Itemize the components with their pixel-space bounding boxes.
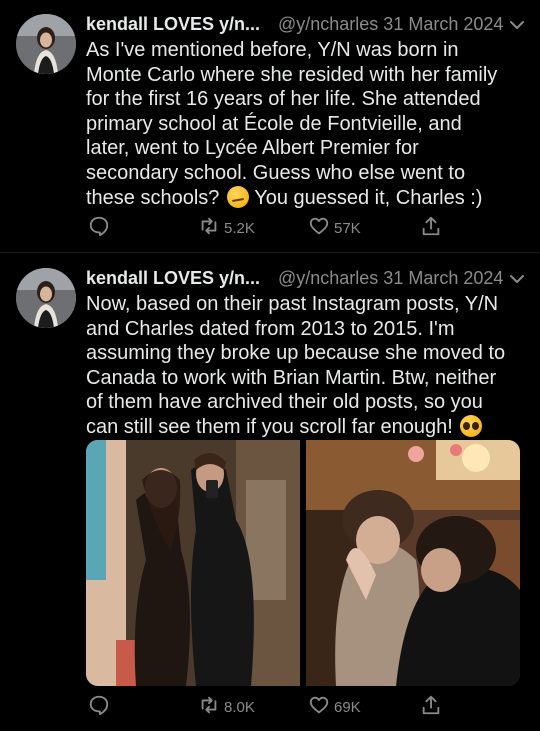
share-button[interactable] [420, 695, 442, 719]
like-button[interactable]: 69K [308, 695, 361, 719]
reply-icon [88, 215, 110, 241]
retweet-button[interactable]: 8.0K [198, 695, 255, 719]
tweet[interactable]: kendall LOVES y/n... @y/ncharles 31 Marc… [0, 0, 540, 250]
reply-button[interactable] [88, 216, 110, 240]
retweet-icon [198, 215, 220, 241]
tweet-text: As I've mentioned before, Y/N was born i… [86, 38, 526, 210]
photo-couple-restaurant[interactable] [306, 440, 520, 686]
tweet-media [86, 440, 520, 686]
share-icon [420, 215, 442, 241]
tweet[interactable]: kendall LOVES y/n... @y/ncharles 31 Marc… [0, 258, 540, 731]
tweet-actions: 8.0K 69K [86, 695, 526, 719]
chevron-down-icon[interactable] [508, 16, 526, 34]
retweet-count: 5.2K [224, 219, 255, 237]
tweet-text: Now, based on their past Instagram posts… [86, 292, 526, 440]
chevron-down-icon[interactable] [508, 270, 526, 288]
reply-icon [88, 694, 110, 720]
tweet-body: As I've mentioned before, Y/N was born i… [86, 39, 498, 209]
handle-and-date[interactable]: @y/ncharles 31 March 2024 [278, 268, 503, 289]
tweet-actions: 5.2K 57K [86, 216, 526, 240]
tweet-divider [0, 252, 540, 253]
retweet-icon [198, 694, 220, 720]
smirking-face-emoji [226, 185, 249, 208]
like-button[interactable]: 57K [308, 216, 361, 240]
display-name[interactable]: kendall LOVES y/n... [86, 268, 260, 289]
like-count: 69K [334, 698, 361, 716]
reply-button[interactable] [88, 695, 110, 719]
avatar[interactable] [16, 14, 76, 74]
share-icon [420, 694, 442, 720]
tweet-header: kendall LOVES y/n... @y/ncharles 31 Marc… [86, 268, 526, 294]
like-count: 57K [334, 219, 361, 237]
pleading-face-emoji [460, 414, 483, 437]
heart-icon [308, 215, 330, 241]
heart-icon [308, 694, 330, 720]
handle-and-date[interactable]: @y/ncharles 31 March 2024 [278, 14, 503, 35]
tweet-header: kendall LOVES y/n... @y/ncharles 31 Marc… [86, 14, 526, 40]
tweet-body-tail: You guessed it, Charles :) [254, 186, 483, 209]
retweet-count: 8.0K [224, 698, 255, 716]
avatar[interactable] [16, 268, 76, 328]
tweet-body: Now, based on their past Instagram posts… [86, 293, 506, 438]
retweet-button[interactable]: 5.2K [198, 216, 255, 240]
display-name[interactable]: kendall LOVES y/n... [86, 14, 260, 35]
share-button[interactable] [420, 216, 442, 240]
photo-couple-mirror-selfie[interactable] [86, 440, 300, 686]
